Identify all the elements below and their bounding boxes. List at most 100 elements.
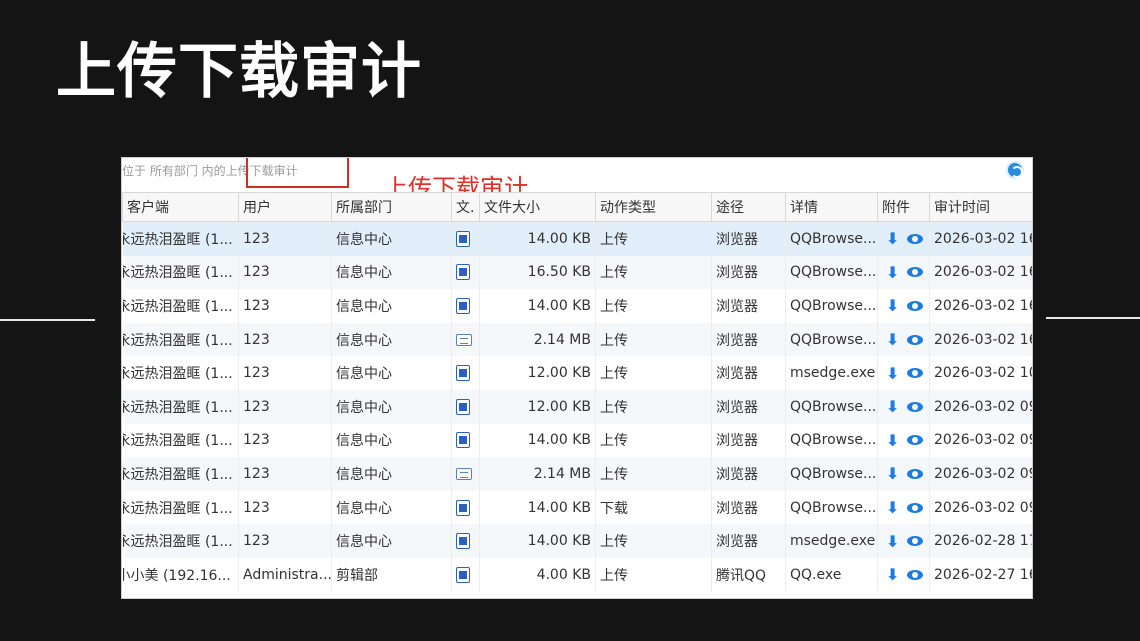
col-header-time[interactable]: 审计时间	[929, 192, 1032, 222]
eye-icon[interactable]	[907, 300, 924, 311]
cell-filetype	[451, 289, 480, 323]
eye-icon[interactable]	[907, 368, 924, 379]
cell-attachment: ⬇	[877, 221, 930, 256]
cell-client: 永远热泪盈眶 (1...	[122, 524, 239, 558]
table-row[interactable]: 永远热泪盈眶 (1... 123 信息中心 14.00 KB 上传 浏览器 QQBrowse…	[122, 289, 1032, 323]
col-header-detail[interactable]: 详情	[785, 192, 878, 222]
col-header-attachment[interactable]: 附件	[877, 192, 930, 222]
cell-filetype	[451, 356, 480, 390]
cell-user: 123	[238, 221, 332, 256]
divider-right	[1046, 317, 1140, 319]
table-row[interactable]: 永远热泪盈眶 (1... 123 信息中心 14.00 KB 上传 浏览器 QQBrowse…	[122, 423, 1032, 458]
cell-action: 上传	[595, 255, 712, 290]
table-row[interactable]: 永远热泪盈眶 (1... 123 信息中心 12.00 KB 上传 浏览器 QQBrowse…	[122, 389, 1032, 424]
cell-detail: QQBrowse...	[785, 221, 878, 256]
cell-dept: 信息中心	[331, 457, 452, 491]
cell-user: 123	[238, 457, 332, 491]
cell-filetype	[451, 557, 480, 592]
cell-filetype	[451, 255, 480, 290]
download-icon[interactable]: ⬇	[886, 296, 899, 315]
cell-action: 下载	[595, 490, 712, 525]
cell-user: 123	[238, 322, 332, 357]
eye-icon[interactable]	[907, 435, 924, 446]
cell-time: 2026-03-02 16	[929, 289, 1032, 323]
word-file-icon	[456, 297, 470, 314]
cell-attachment: ⬇	[877, 423, 930, 458]
table-row[interactable]: 永远热泪盈眶 (1... 123 信息中心 14.00 KB 上传 浏览器 msedge.e…	[122, 524, 1032, 558]
col-header-client[interactable]: 客户端	[122, 192, 239, 222]
download-icon[interactable]: ⬇	[886, 532, 899, 551]
download-icon[interactable]: ⬇	[886, 263, 899, 282]
download-icon[interactable]: ⬇	[886, 431, 899, 450]
cell-filetype	[451, 221, 480, 256]
cell-detail: QQBrowse...	[785, 490, 878, 525]
download-icon[interactable]: ⬇	[886, 565, 899, 584]
cell-user: 123	[238, 389, 332, 424]
table-row[interactable]: 永远热泪盈眶 (1... 123 信息中心 14.00 KB 下载 浏览器 QQBrowse…	[122, 490, 1032, 525]
cell-via: 浏览器	[711, 322, 786, 357]
cell-client: 永远热泪盈眶 (1...	[122, 322, 239, 357]
cell-dept: 信息中心	[331, 356, 452, 390]
cell-dept: 信息中心	[331, 389, 452, 424]
table-row[interactable]: 永远热泪盈眶 (1... 123 信息中心 16.50 KB 上传 浏览器 QQBrowse…	[122, 255, 1032, 290]
cell-client: 永远热泪盈眶 (1...	[122, 457, 239, 491]
cell-attachment: ⬇	[877, 457, 930, 491]
cell-time: 2026-03-02 16	[929, 322, 1032, 357]
table-row[interactable]: 永远热泪盈眶 (1... 123 信息中心 2.14 MB 上传 浏览器 QQBrowse.…	[122, 322, 1032, 357]
eye-icon[interactable]	[907, 468, 924, 479]
cell-detail: QQBrowse...	[785, 322, 878, 357]
download-icon[interactable]: ⬇	[886, 464, 899, 483]
refresh-icon[interactable]	[1006, 161, 1024, 179]
cell-client: 永远热泪盈眶 (1...	[122, 221, 239, 256]
cell-client: 小小美 (192.16...	[122, 557, 239, 592]
cell-via: 浏览器	[711, 457, 786, 491]
cell-filetype	[451, 457, 480, 491]
download-icon[interactable]: ⬇	[886, 397, 899, 416]
cell-detail: QQBrowse...	[785, 457, 878, 491]
cell-via: 浏览器	[711, 221, 786, 256]
cell-detail: QQBrowse...	[785, 423, 878, 458]
cell-detail: QQBrowse...	[785, 389, 878, 424]
col-header-dept[interactable]: 所属部门	[331, 192, 452, 222]
cell-via: 腾讯QQ	[711, 557, 786, 592]
eye-icon[interactable]	[907, 401, 924, 412]
eye-icon[interactable]	[907, 233, 924, 244]
col-header-via[interactable]: 途径	[711, 192, 786, 222]
cell-action: 上传	[595, 289, 712, 323]
cell-action: 上传	[595, 221, 712, 256]
col-header-filetype[interactable]: 文.	[451, 192, 480, 222]
cell-attachment: ⬇	[877, 557, 930, 592]
eye-icon[interactable]	[907, 569, 924, 580]
eye-icon[interactable]	[907, 267, 924, 278]
cell-user: 123	[238, 423, 332, 458]
download-icon[interactable]: ⬇	[886, 364, 899, 383]
cell-attachment: ⬇	[877, 524, 930, 558]
table-header-row: 客户端 用户 所属部门 文. 文件大小 动作类型 途径 详情 附件 审计时间	[122, 192, 1032, 222]
cell-dept: 信息中心	[331, 524, 452, 558]
col-header-user[interactable]: 用户	[238, 192, 332, 222]
table-row[interactable]: 永远热泪盈眶 (1... 123 信息中心 12.00 KB 上传 浏览器 msedge.e…	[122, 356, 1032, 390]
eye-icon[interactable]	[907, 536, 924, 547]
cell-size: 14.00 KB	[479, 423, 596, 458]
cell-client: 永远热泪盈眶 (1...	[122, 490, 239, 525]
download-icon[interactable]: ⬇	[886, 498, 899, 517]
download-icon[interactable]: ⬇	[886, 330, 899, 349]
cell-dept: 信息中心	[331, 322, 452, 357]
cell-time: 2026-02-28 17	[929, 524, 1032, 558]
table-row[interactable]: 永远热泪盈眶 (1... 123 信息中心 14.00 KB 上传 浏览器 QQBrowse…	[122, 221, 1032, 256]
cell-detail: msedge.exe	[785, 356, 878, 390]
eye-icon[interactable]	[907, 502, 924, 513]
cell-via: 浏览器	[711, 356, 786, 390]
eye-icon[interactable]	[907, 334, 924, 345]
cell-action: 上传	[595, 356, 712, 390]
cell-via: 浏览器	[711, 423, 786, 458]
table-row[interactable]: 小小美 (192.16... Administra... 剪辑部 4.00 KB 上传腾…	[122, 557, 1032, 592]
table-row[interactable]: 永远热泪盈眶 (1... 123 信息中心 2.14 MB 上传 浏览器 QQBrowse.…	[122, 457, 1032, 491]
download-icon[interactable]: ⬇	[886, 229, 899, 248]
col-header-action[interactable]: 动作类型	[595, 192, 712, 222]
col-header-size[interactable]: 文件大小	[479, 192, 596, 222]
cell-dept: 信息中心	[331, 490, 452, 525]
cell-size: 14.00 KB	[479, 289, 596, 323]
cell-filetype	[451, 423, 480, 458]
word-file-icon	[456, 566, 470, 583]
